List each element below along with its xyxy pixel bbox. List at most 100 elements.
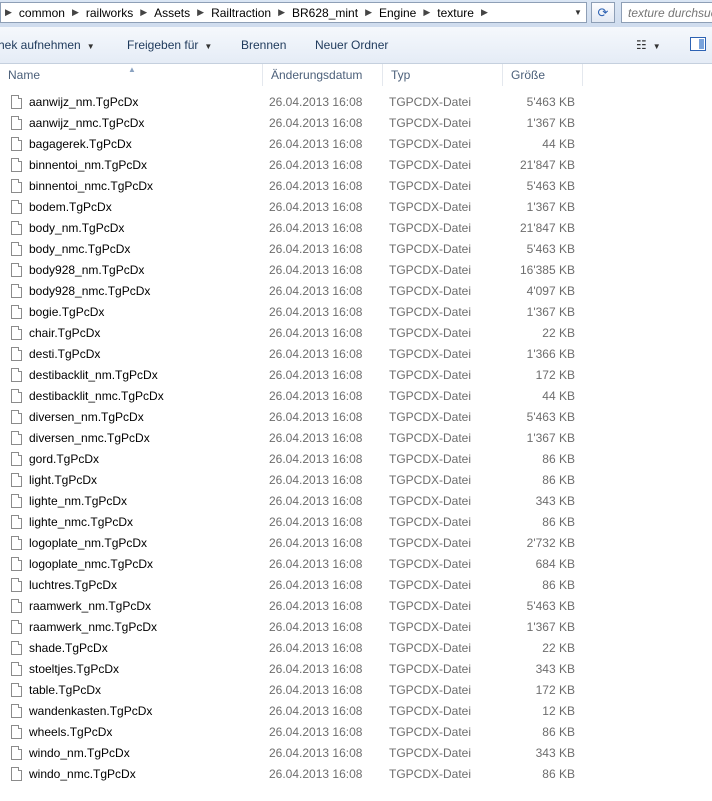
file-icon bbox=[11, 305, 22, 319]
file-size: 16'385 KB bbox=[519, 263, 575, 277]
file-icon bbox=[11, 221, 22, 235]
file-type: TGPCDX-Datei bbox=[389, 221, 472, 235]
file-row[interactable]: raamwerk_nmc.TgPcDx 26.04.2013 16:08 TGPCD… bbox=[0, 617, 712, 638]
column-header-date[interactable]: Änderungsdatum bbox=[263, 64, 383, 86]
address-dropdown-icon[interactable]: ▼ bbox=[570, 3, 586, 22]
file-size: 1'367 KB bbox=[526, 305, 575, 319]
refresh-icon[interactable]: ⟳ bbox=[591, 2, 615, 23]
include-in-library-button[interactable]: hek aufnehmen ▼ bbox=[0, 27, 95, 63]
file-row[interactable]: destibacklit_nmc.TgPcDx 26.04.2013 16:08 T… bbox=[0, 386, 712, 407]
breadcrumb: ▶ common ▶ railworks ▶ Assets ▶ Railtrac… bbox=[1, 3, 492, 22]
file-size: 2'732 KB bbox=[526, 536, 575, 550]
column-header-type[interactable]: Typ bbox=[383, 64, 503, 86]
breadcrumb-item-br628-mint[interactable]: BR628_mint bbox=[289, 6, 361, 20]
file-row[interactable]: stoeltjes.TgPcDx 26.04.2013 16:08 TGPCDX-D… bbox=[0, 659, 712, 680]
address-bar[interactable]: ▶ common ▶ railworks ▶ Assets ▶ Railtrac… bbox=[0, 2, 587, 23]
file-row[interactable]: diversen_nmc.TgPcDx 26.04.2013 16:08 TGPCD… bbox=[0, 428, 712, 449]
chevron-right-icon[interactable]: ▶ bbox=[68, 7, 83, 18]
file-date: 26.04.2013 16:08 bbox=[269, 431, 363, 445]
file-row[interactable]: windo_nmc.TgPcDx 26.04.2013 16:08 TGPCDX-D… bbox=[0, 764, 712, 785]
column-header-size[interactable]: Größe bbox=[503, 64, 583, 86]
chevron-right-icon[interactable]: ▶ bbox=[361, 7, 376, 18]
file-row[interactable]: destibacklit_nm.TgPcDx 26.04.2013 16:08 TG… bbox=[0, 365, 712, 386]
file-row[interactable]: lighte_nm.TgPcDx 26.04.2013 16:08 TGPCDX-D… bbox=[0, 491, 712, 512]
breadcrumb-item-texture[interactable]: texture bbox=[434, 6, 477, 20]
file-type: TGPCDX-Datei bbox=[389, 431, 472, 445]
file-row[interactable]: bodem.TgPcDx 26.04.2013 16:08 TGPCDX-Datei… bbox=[0, 197, 712, 218]
breadcrumb-item-assets[interactable]: Assets bbox=[151, 6, 193, 20]
file-icon bbox=[11, 515, 22, 529]
chevron-right-icon[interactable]: ▶ bbox=[193, 7, 208, 18]
file-row[interactable]: logoplate_nm.TgPcDx 26.04.2013 16:08 TGPCD… bbox=[0, 533, 712, 554]
details-view-icon: ☷ bbox=[636, 38, 647, 52]
file-type: TGPCDX-Datei bbox=[389, 725, 472, 739]
burn-button[interactable]: Brennen bbox=[241, 27, 286, 63]
chevron-right-icon[interactable]: ▶ bbox=[477, 7, 492, 18]
file-row[interactable]: aanwijz_nm.TgPcDx 26.04.2013 16:08 TGPCDX-… bbox=[0, 92, 712, 113]
file-name: body928_nmc.TgPcDx bbox=[29, 284, 151, 298]
file-date: 26.04.2013 16:08 bbox=[269, 368, 363, 382]
include-in-library-label: hek aufnehmen bbox=[0, 38, 81, 52]
share-with-label: Freigeben für bbox=[127, 38, 199, 52]
column-header-name[interactable]: ▲ Name bbox=[0, 64, 263, 86]
file-icon bbox=[11, 158, 22, 172]
preview-pane-icon[interactable] bbox=[690, 37, 706, 51]
file-row[interactable]: desti.TgPcDx 26.04.2013 16:08 TGPCDX-Datei… bbox=[0, 344, 712, 365]
file-name: raamwerk_nm.TgPcDx bbox=[29, 599, 152, 613]
file-name: body928_nm.TgPcDx bbox=[29, 263, 145, 277]
file-row[interactable]: gord.TgPcDx 26.04.2013 16:08 TGPCDX-Datei 8… bbox=[0, 449, 712, 470]
file-row[interactable]: aanwijz_nmc.TgPcDx 26.04.2013 16:08 TGPCDX… bbox=[0, 113, 712, 134]
file-name: chair.TgPcDx bbox=[29, 326, 101, 340]
breadcrumb-item-railtraction[interactable]: Railtraction bbox=[208, 6, 274, 20]
file-row[interactable]: raamwerk_nm.TgPcDx 26.04.2013 16:08 TGPCDX… bbox=[0, 596, 712, 617]
chevron-right-icon[interactable]: ▶ bbox=[136, 7, 151, 18]
file-row[interactable]: logoplate_nmc.TgPcDx 26.04.2013 16:08 TGPC… bbox=[0, 554, 712, 575]
breadcrumb-item-railworks[interactable]: railworks bbox=[83, 6, 136, 20]
file-row[interactable]: bogie.TgPcDx 26.04.2013 16:08 TGPCDX-Datei… bbox=[0, 302, 712, 323]
file-icon bbox=[11, 389, 22, 403]
file-name: windo_nm.TgPcDx bbox=[29, 746, 130, 760]
file-date: 26.04.2013 16:08 bbox=[269, 326, 363, 340]
file-size: 86 KB bbox=[542, 452, 575, 466]
share-with-button[interactable]: Freigeben für ▼ bbox=[127, 27, 212, 63]
file-row[interactable]: wheels.TgPcDx 26.04.2013 16:08 TGPCDX-Date… bbox=[0, 722, 712, 743]
file-name: wandenkasten.TgPcDx bbox=[29, 704, 153, 718]
file-type: TGPCDX-Datei bbox=[389, 494, 472, 508]
file-name: gord.TgPcDx bbox=[29, 452, 100, 466]
file-date: 26.04.2013 16:08 bbox=[269, 767, 363, 781]
chevron-right-icon[interactable]: ▶ bbox=[274, 7, 289, 18]
breadcrumb-item-engine[interactable]: Engine bbox=[376, 6, 419, 20]
chevron-right-icon[interactable]: ▶ bbox=[419, 7, 434, 18]
view-options-button[interactable]: ☷ ▼ bbox=[636, 36, 676, 54]
file-row[interactable]: chair.TgPcDx 26.04.2013 16:08 TGPCDX-Datei… bbox=[0, 323, 712, 344]
sort-ascending-icon: ▲ bbox=[128, 65, 136, 74]
new-folder-button[interactable]: Neuer Ordner bbox=[315, 27, 388, 63]
file-row[interactable]: diversen_nm.TgPcDx 26.04.2013 16:08 TGPCDX… bbox=[0, 407, 712, 428]
file-icon bbox=[11, 746, 22, 760]
file-row[interactable]: binnentoi_nm.TgPcDx 26.04.2013 16:08 TGPCD… bbox=[0, 155, 712, 176]
file-row[interactable]: lighte_nmc.TgPcDx 26.04.2013 16:08 TGPCDX-… bbox=[0, 512, 712, 533]
file-row[interactable]: windo_nm.TgPcDx 26.04.2013 16:08 TGPCDX-Da… bbox=[0, 743, 712, 764]
file-icon bbox=[11, 578, 22, 592]
file-row[interactable]: wandenkasten.TgPcDx 26.04.2013 16:08 TGPCD… bbox=[0, 701, 712, 722]
file-icon bbox=[11, 620, 22, 634]
file-row[interactable]: binnentoi_nmc.TgPcDx 26.04.2013 16:08 TGPC… bbox=[0, 176, 712, 197]
file-row[interactable]: body928_nmc.TgPcDx 26.04.2013 16:08 TGPCDX… bbox=[0, 281, 712, 302]
file-row[interactable]: body928_nm.TgPcDx 26.04.2013 16:08 TGPCDX-… bbox=[0, 260, 712, 281]
search-input[interactable] bbox=[622, 3, 712, 22]
file-row[interactable]: luchtres.TgPcDx 26.04.2013 16:08 TGPCDX-Da… bbox=[0, 575, 712, 596]
file-row[interactable]: light.TgPcDx 26.04.2013 16:08 TGPCDX-Datei… bbox=[0, 470, 712, 491]
file-name: stoeltjes.TgPcDx bbox=[29, 662, 120, 676]
file-row[interactable]: table.TgPcDx 26.04.2013 16:08 TGPCDX-Datei… bbox=[0, 680, 712, 701]
breadcrumb-item-common[interactable]: common bbox=[16, 6, 68, 20]
file-row[interactable]: body_nm.TgPcDx 26.04.2013 16:08 TGPCDX-Dat… bbox=[0, 218, 712, 239]
file-row[interactable]: bagagerek.TgPcDx 26.04.2013 16:08 TGPCDX-D… bbox=[0, 134, 712, 155]
search-box[interactable] bbox=[621, 2, 712, 23]
file-icon bbox=[11, 452, 22, 466]
file-row[interactable]: shade.TgPcDx 26.04.2013 16:08 TGPCDX-Datei… bbox=[0, 638, 712, 659]
file-name: desti.TgPcDx bbox=[29, 347, 101, 361]
column-header-date-label: Änderungsdatum bbox=[271, 68, 363, 82]
file-row[interactable]: body_nmc.TgPcDx 26.04.2013 16:08 TGPCDX-Da… bbox=[0, 239, 712, 260]
chevron-right-icon[interactable]: ▶ bbox=[1, 7, 16, 18]
file-date: 26.04.2013 16:08 bbox=[269, 620, 363, 634]
